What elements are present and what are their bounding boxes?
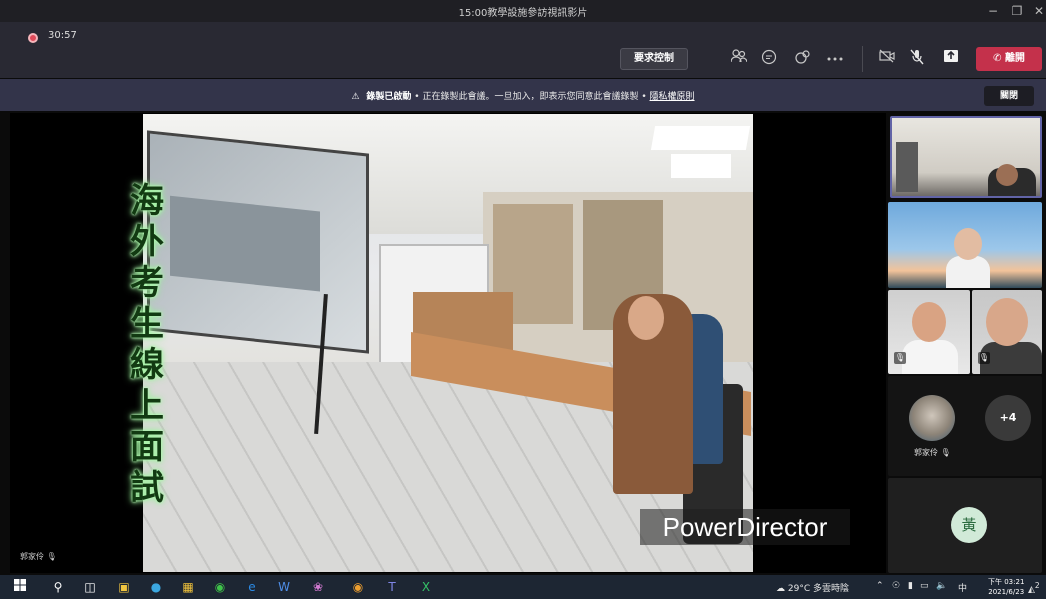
ime-indicator[interactable]: 中	[958, 581, 967, 594]
share-screen-icon[interactable]	[940, 49, 962, 69]
maximize-button[interactable]: ❐	[1006, 3, 1028, 19]
clock-time: 下午 03:21	[988, 578, 1025, 586]
participants-icon[interactable]	[728, 49, 750, 69]
tray-chevron-icon[interactable]: ⌃	[876, 581, 884, 591]
weather-text: 29°C 多雲時陰	[787, 584, 849, 594]
mic-icon: 🎙	[894, 352, 906, 364]
store-icon[interactable]: ▣	[116, 579, 132, 595]
word-icon[interactable]: W	[276, 579, 292, 595]
more-icon[interactable]	[824, 49, 846, 69]
chat-icon[interactable]	[758, 49, 780, 69]
ceiling-light	[650, 126, 751, 150]
recording-message: 正在錄製此會議。一旦加入，即表示您同意此會議錄製 •	[422, 92, 647, 102]
network-icon[interactable]: ☉	[892, 581, 900, 591]
mic-icon: 🎙	[46, 552, 57, 561]
notification-count: 2	[1034, 581, 1040, 590]
leave-label: 離開	[1004, 53, 1025, 64]
mic-icon: 🎙	[940, 448, 951, 457]
phone-hangup-icon: ✆	[993, 53, 1002, 64]
clock-date: 2021/6/23	[988, 588, 1025, 596]
participant-face	[986, 298, 1028, 346]
close-window-button[interactable]: ✕	[1028, 3, 1046, 19]
title-bar: 15:00教學設施參訪視訊影片 − ❐ ✕	[0, 0, 1046, 22]
projected-video	[170, 195, 320, 292]
initial-avatar[interactable]: 黃	[951, 507, 987, 543]
request-control-button[interactable]: 要求控制	[620, 48, 688, 70]
file-explorer-icon[interactable]: ▦	[180, 579, 196, 595]
main-video-stage: 海外考生線上面試 PowerDirector	[10, 113, 886, 573]
recording-started-label: 錄製已啟動	[366, 92, 412, 102]
line-app-icon[interactable]: ◉	[212, 579, 228, 595]
interviewer-head	[628, 296, 664, 340]
camera-off-icon[interactable]	[876, 49, 898, 69]
powerdirector-watermark: PowerDirector	[640, 509, 850, 545]
participant-name-tag: 郭家伶 🎙	[914, 447, 951, 458]
mic-tray-icon[interactable]: ▮	[908, 581, 913, 591]
printer-object	[896, 142, 918, 192]
presenter-name-tag: 郭家伶 🎙	[20, 551, 57, 562]
cat-avatar[interactable]	[909, 395, 955, 441]
participant-video-tile[interactable]	[888, 202, 1042, 288]
participant-face	[996, 164, 1018, 186]
teams-icon[interactable]: T	[384, 579, 400, 595]
mic-off-icon[interactable]	[906, 49, 928, 69]
overlay-vertical-caption: 海外考生線上面試	[130, 181, 164, 508]
search-icon[interactable]: ⚲	[50, 579, 66, 595]
participant-face	[912, 302, 946, 342]
internet-explorer-icon[interactable]: e	[244, 579, 260, 595]
mic-icon: 🎙	[978, 352, 990, 364]
privacy-policy-link[interactable]: 隱私權原則	[650, 92, 695, 102]
system-clock[interactable]: 下午 03:21 2021/6/23	[988, 577, 1024, 597]
edge-icon[interactable]: ●	[148, 579, 164, 595]
participant-video-tile[interactable]	[890, 116, 1042, 198]
more-participants-button[interactable]: +4	[985, 395, 1031, 441]
display-icon[interactable]: ▭	[920, 581, 929, 591]
ceiling-light	[671, 154, 731, 178]
reactions-icon[interactable]	[792, 49, 814, 69]
participant-body	[946, 256, 990, 288]
start-icon[interactable]	[12, 579, 28, 595]
recording-indicator-icon	[28, 33, 38, 43]
excel-icon[interactable]: X	[418, 579, 434, 595]
notification-icon: ◭	[1028, 585, 1035, 595]
projection-screen	[147, 130, 369, 354]
meeting-timer: 30:57	[48, 30, 77, 41]
leave-button[interactable]: ✆ 離開	[976, 47, 1042, 71]
participant-name: 郭家伶	[914, 448, 938, 457]
participant-video-tile[interactable]: 🎙	[972, 290, 1042, 374]
windows-taskbar: ⚲ ◫ ▣ ● ▦ ◉ e W ❀ ◉ T X ☁ 29°C 多雲時陰 ⌃ ☉ …	[0, 575, 1046, 599]
volume-icon[interactable]: 🔈	[936, 581, 947, 591]
warning-icon: ⚠	[351, 92, 360, 102]
shared-video-feed	[143, 114, 753, 572]
presenter-name: 郭家伶	[20, 552, 44, 561]
toolbar-separator	[862, 46, 863, 72]
notification-center-icon[interactable]: ◭2	[1028, 581, 1040, 595]
task-view-icon[interactable]: ◫	[82, 579, 98, 595]
close-notice-button[interactable]: 關閉	[984, 86, 1034, 106]
recording-notice-banner: ⚠ 錄製已啟動 • 正在錄製此會議。一旦加入，即表示您同意此會議錄製 • 隱私權…	[0, 79, 1046, 111]
participant-face	[954, 228, 982, 260]
paint-icon[interactable]: ❀	[310, 579, 326, 595]
weather-widget[interactable]: ☁ 29°C 多雲時陰	[776, 581, 849, 594]
participant-body	[902, 340, 958, 374]
chrome-icon[interactable]: ◉	[350, 579, 366, 595]
minimize-button[interactable]: −	[982, 3, 1004, 19]
cloud-icon: ☁	[776, 584, 785, 594]
participant-video-tile[interactable]: 🎙	[888, 290, 970, 374]
window-title: 15:00教學設施參訪視訊影片	[458, 8, 588, 19]
